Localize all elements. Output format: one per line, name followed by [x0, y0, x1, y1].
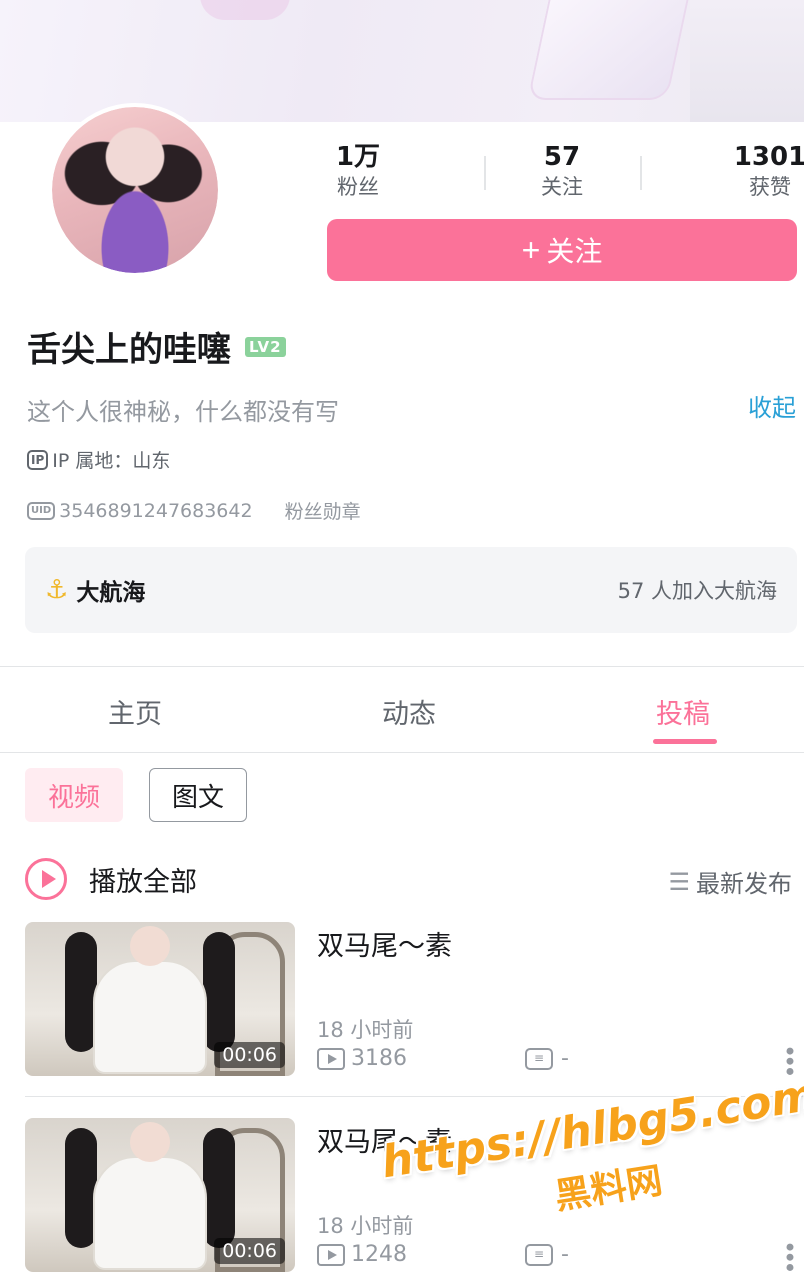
sort-button[interactable]: ☰ 最新发布	[668, 864, 792, 899]
sort-label: 最新发布	[696, 870, 792, 898]
video-thumbnail[interactable]: 00:06	[25, 922, 295, 1076]
fleet-title: 大航海	[76, 580, 146, 606]
follow-button-label: 关注	[546, 236, 603, 267]
thumb-decoration	[65, 932, 97, 1052]
uid-value[interactable]: 3546891247683642	[59, 500, 252, 522]
avatar[interactable]	[48, 103, 222, 277]
collapse-link[interactable]: 收起	[748, 388, 796, 423]
tab-home[interactable]: 主页	[108, 692, 162, 731]
thumb-decoration	[95, 1158, 205, 1268]
ip-icon: IP	[27, 449, 49, 470]
thumb-decoration	[65, 1128, 97, 1248]
video-item[interactable]: 00:06 双马尾～素 18 小时前 3186 ≡ - •••	[25, 922, 804, 1076]
thumb-decoration	[203, 932, 235, 1052]
ip-location: IP IP 属地：山东	[27, 446, 170, 473]
level-badge: LV2	[245, 336, 286, 357]
stat-following-value: 57	[543, 142, 581, 172]
video-danmu: ≡ -	[525, 1046, 569, 1071]
avatar-image	[52, 107, 218, 273]
fan-badge-link[interactable]: 粉丝勋章	[285, 497, 361, 524]
stat-divider	[484, 156, 486, 190]
banner-decoration	[690, 0, 804, 122]
stat-following-label: 关注	[541, 175, 583, 199]
play-all-button[interactable]: 播放全部	[25, 858, 197, 900]
stat-likes: 1301 获赞	[710, 140, 804, 200]
active-tab-indicator	[653, 739, 717, 744]
more-options-icon[interactable]: •••	[775, 1044, 803, 1074]
stat-fans[interactable]: 1万 粉丝	[298, 140, 418, 200]
play-count-icon	[317, 1243, 345, 1266]
uid-row: UID 3546891247683642 粉丝勋章	[27, 497, 361, 524]
filter-image-text[interactable]: 图文	[149, 768, 247, 822]
stat-fans-value: 1万	[335, 142, 381, 172]
thumb-decoration	[95, 962, 205, 1072]
tab-dynamic[interactable]: 动态	[382, 692, 436, 731]
filter-video[interactable]: 视频	[25, 768, 123, 822]
stat-divider	[640, 156, 642, 190]
play-circle-icon	[25, 858, 67, 900]
uid-icon: UID	[27, 501, 56, 520]
stat-following[interactable]: 57 关注	[502, 140, 622, 200]
video-plays: 3186	[317, 1046, 407, 1071]
section-divider	[0, 666, 804, 667]
video-plays: 1248	[317, 1242, 407, 1267]
video-thumbnail[interactable]: 00:06	[25, 1118, 295, 1272]
fleet-card[interactable]: ⚓ 大航海 57 人加入大航海	[25, 547, 797, 633]
plus-icon: +	[521, 232, 541, 268]
video-danmu-count: -	[561, 1046, 569, 1071]
username: 舌尖上的哇噻	[27, 330, 231, 370]
tabs-divider	[0, 752, 804, 753]
banner-decoration	[527, 0, 693, 100]
video-time: 18 小时前	[317, 1018, 414, 1042]
profile-stats: 1万 粉丝 57 关注 1301 获赞	[310, 140, 804, 204]
play-all-label: 播放全部	[89, 866, 197, 898]
danmu-icon: ≡	[525, 1243, 553, 1266]
video-danmu: ≡ -	[525, 1242, 569, 1267]
tab-submissions[interactable]: 投稿	[656, 692, 710, 731]
follow-button[interactable]: + 关注	[327, 219, 797, 281]
name-row: 舌尖上的哇噻 LV2	[27, 322, 286, 371]
anchor-icon: ⚓	[45, 575, 69, 605]
stat-likes-value: 1301	[733, 142, 804, 172]
user-signature: 这个人很神秘，什么都没有写	[27, 398, 339, 426]
video-title[interactable]: 双马尾～素	[317, 924, 452, 963]
banner-decoration	[200, 0, 290, 20]
stat-fans-label: 粉丝	[337, 175, 379, 199]
thumb-decoration	[203, 1128, 235, 1248]
play-count-icon	[317, 1047, 345, 1070]
thumb-decoration	[130, 926, 170, 966]
fleet-summary: 57 人加入大航海	[617, 579, 777, 603]
video-play-count: 1248	[351, 1242, 407, 1267]
list-icon: ☰	[668, 867, 690, 896]
video-duration: 00:06	[214, 1238, 285, 1264]
ip-location-text: IP 属地：山东	[52, 450, 171, 472]
video-duration: 00:06	[214, 1042, 285, 1068]
video-danmu-count: -	[561, 1242, 569, 1267]
fleet-title-group: ⚓ 大航海	[45, 573, 145, 607]
danmu-icon: ≡	[525, 1047, 553, 1070]
more-options-icon[interactable]: •••	[775, 1240, 803, 1270]
video-play-count: 3186	[351, 1046, 407, 1071]
thumb-decoration	[130, 1122, 170, 1162]
stat-likes-label: 获赞	[749, 175, 791, 199]
